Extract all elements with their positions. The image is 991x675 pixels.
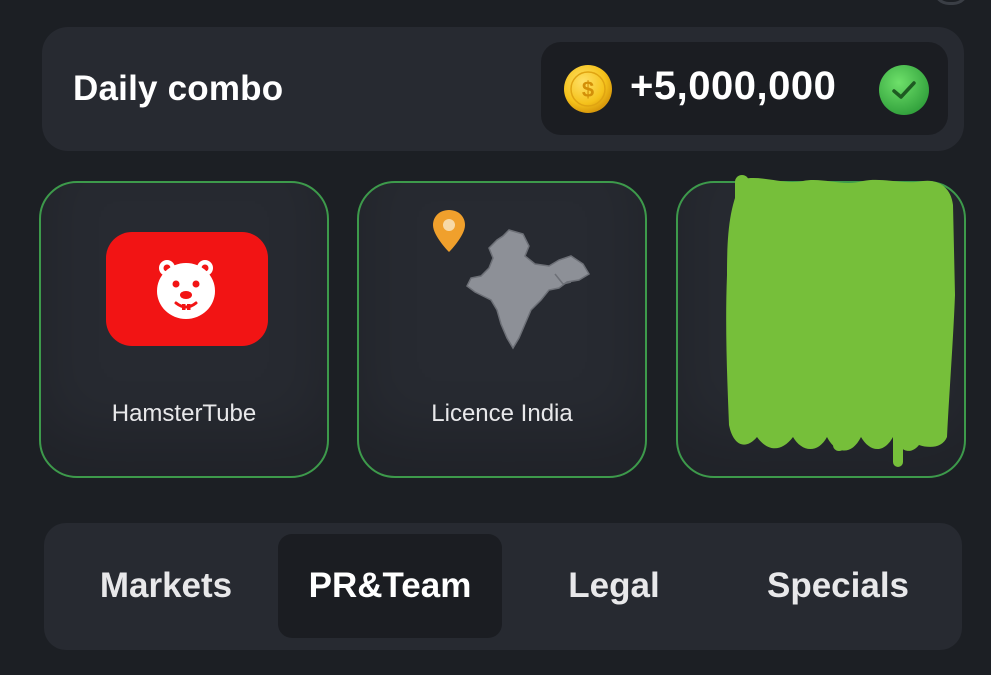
card-label-hamstertube: HamsterTube <box>111 400 257 427</box>
combo-screen: Daily combo $ +5,000,000 HamsterTube Lic… <box>0 0 991 675</box>
card-label-licence-india: Licence India <box>431 400 573 427</box>
category-tab-bar: Markets PR&Team Legal Specials <box>44 523 962 650</box>
tab-specials[interactable]: Specials <box>726 534 950 638</box>
svg-text:$: $ <box>582 77 594 102</box>
reward-pill: $ +5,000,000 <box>541 42 948 135</box>
tab-markets[interactable]: Markets <box>54 534 278 638</box>
daily-combo-bar: Daily combo $ +5,000,000 <box>42 27 964 151</box>
tab-legal[interactable]: Legal <box>502 534 726 638</box>
redaction-scribble <box>726 175 955 467</box>
hamstertube-icon <box>106 232 268 346</box>
coin-icon: $ <box>564 65 612 113</box>
check-icon <box>879 65 929 115</box>
tab-pr-team[interactable]: PR&Team <box>278 534 502 638</box>
reward-amount: +5,000,000 <box>630 64 837 108</box>
corner-decoration <box>933 0 969 5</box>
india-map-icon <box>433 210 591 350</box>
combo-card-hamstertube[interactable]: HamsterTube <box>39 181 329 478</box>
daily-combo-title: Daily combo <box>73 69 284 108</box>
combo-card-licence-india[interactable]: Licence India <box>357 181 647 478</box>
combo-card-redacted[interactable] <box>676 175 966 478</box>
